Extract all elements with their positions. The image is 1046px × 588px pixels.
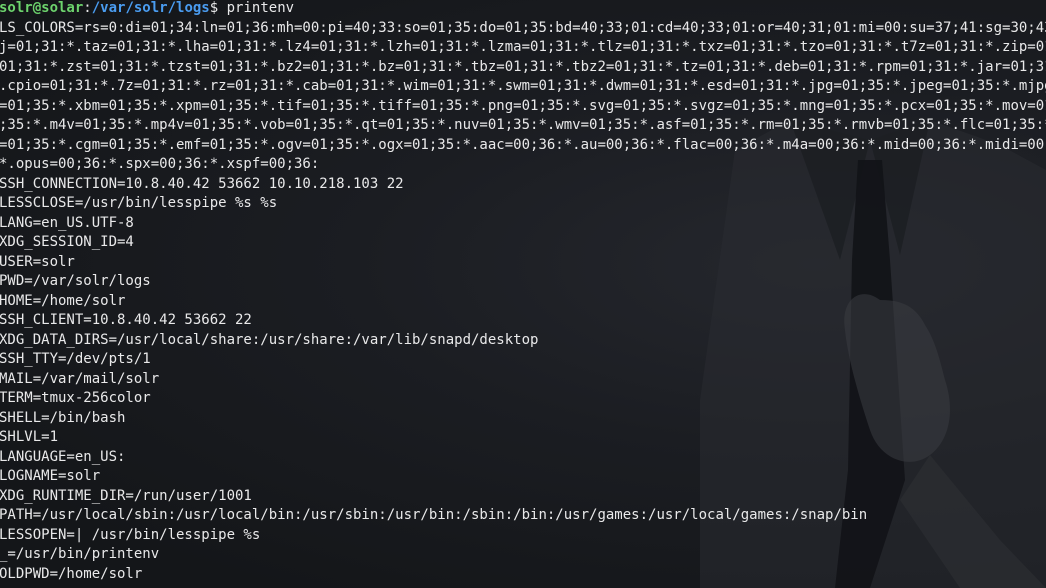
output-line: LESSOPEN=| /usr/bin/lesspipe %s — [0, 526, 261, 543]
prompt-path: /var/solr/logs — [91, 0, 210, 16]
output-line: LANG=en_US.UTF-8 — [0, 214, 134, 231]
output-line: =01;35:*.cgm=01;35:*.emf=01;35:*.ogv=01;… — [0, 136, 1046, 153]
output-line: USER=solr — [0, 253, 75, 270]
output-line: MAIL=/var/mail/solr — [0, 370, 160, 387]
output-line: LESSCLOSE=/usr/bin/lesspipe %s %s — [0, 195, 278, 211]
prompt-line: solr@solar:/var/solr/logs$ printenv — [0, 0, 1046, 19]
terminal-output: solr@solar:/var/solr/logs$ printenv LS_C… — [0, 0, 1046, 584]
output-line: SHLVL=1 — [0, 429, 59, 445]
output-line: SSH_TTY=/dev/pts/1 — [0, 351, 151, 367]
output-line: *.opus=00;36:*.spx=00;36:*.xspf=00;36: — [0, 156, 320, 172]
output-line: LOGNAME=solr — [0, 468, 101, 484]
output-line: SSH_CONNECTION=10.8.40.42 53662 10.10.21… — [0, 175, 404, 192]
terminal-window[interactable]: solr@solar:/var/solr/logs$ printenv LS_C… — [0, 0, 1046, 588]
output-line: PWD=/var/solr/logs — [0, 273, 151, 289]
output-line: _=/usr/bin/printenv — [0, 546, 160, 562]
output-line: SHELL=/bin/bash — [0, 409, 126, 426]
output-line: =01;35:*.xbm=01;35:*.xpm=01;35:*.tif=01;… — [0, 97, 1046, 114]
output-line: LS_COLORS=rs=0:di=01;34:ln=01;36:mh=00:p… — [0, 19, 1046, 36]
prompt-symbol: $ — [209, 0, 219, 16]
output-line: SSH_CLIENT=10.8.40.42 53662 22 — [0, 312, 252, 328]
command-text: printenv — [218, 0, 295, 16]
output-line: j=01;31:*.taz=01;31:*.lha=01;31:*.lz4=01… — [0, 39, 1046, 55]
output-line: XDG_DATA_DIRS=/usr/local/share:/usr/shar… — [0, 331, 539, 348]
output-line: ;35:*.m4v=01;35:*.mp4v=01;35:*.vob=01;35… — [0, 117, 1046, 133]
output-line: HOME=/home/solr — [0, 292, 126, 309]
output-line: PATH=/usr/local/sbin:/usr/local/bin:/usr… — [0, 507, 868, 523]
output-line: XDG_RUNTIME_DIR=/run/user/1001 — [0, 487, 252, 504]
prompt-user-host: solr@solar — [0, 0, 84, 16]
output-line: 01;31:*.zst=01;31:*.tzst=01;31:*.bz2=01;… — [0, 58, 1046, 75]
output-line: TERM=tmux-256color — [0, 390, 151, 406]
output-line: LANGUAGE=en_US: — [0, 448, 126, 465]
prompt-colon: : — [83, 0, 92, 16]
output-line: OLDPWD=/home/solr — [0, 565, 143, 582]
output-line: .cpio=01;31:*.7z=01;31:*.rz=01;31:*.cab=… — [0, 78, 1046, 94]
output-line: XDG_SESSION_ID=4 — [0, 234, 134, 250]
